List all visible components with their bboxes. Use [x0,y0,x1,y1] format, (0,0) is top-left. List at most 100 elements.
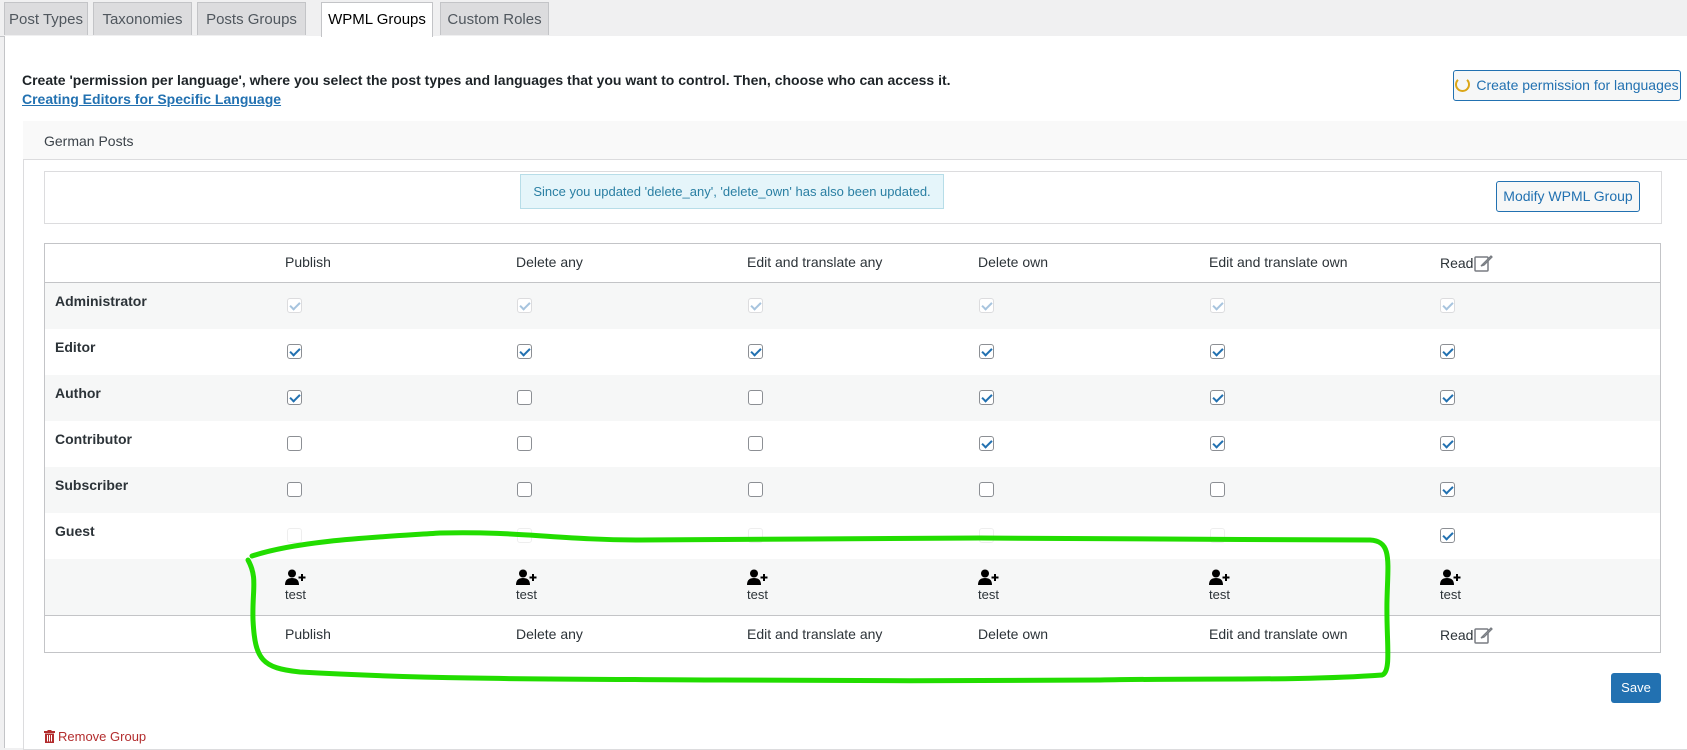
tab-custom-roles[interactable]: Custom Roles [440,2,549,35]
column-header: Delete any [516,254,583,270]
tab-taxonomies[interactable]: Taxonomies [93,2,192,35]
role-label: Author [55,385,101,401]
permission-checkbox[interactable] [1210,482,1225,497]
column-footer-label: Edit and translate own [1209,626,1348,642]
user-plus-icon [285,569,307,586]
column-footer: Delete own [978,626,1048,642]
permission-checkbox[interactable] [979,390,994,405]
user-label: test [1209,587,1230,602]
tab-post-types[interactable]: Post Types [4,2,88,35]
permission-checkbox[interactable] [748,436,763,451]
intro-text: Create 'permission per language', where … [22,72,951,88]
edit-icon[interactable] [1473,627,1494,644]
permission-checkbox [979,528,994,543]
column-header: Edit and translate any [747,254,882,270]
add-user-button[interactable]: test [747,569,769,602]
role-label: Subscriber [55,477,129,493]
permission-checkbox[interactable] [517,436,532,451]
user-plus-icon [516,569,538,586]
permission-checkbox[interactable] [1440,528,1455,543]
user-plus-icon [1209,569,1231,586]
spinner-icon [1455,77,1471,92]
permission-checkbox[interactable] [1440,482,1455,497]
permission-checkbox[interactable] [748,482,763,497]
column-header-label: Publish [285,254,331,270]
user-plus-icon [978,569,1000,586]
permission-checkbox[interactable] [1440,344,1455,359]
user-label: test [1440,587,1461,602]
permission-checkbox[interactable] [979,482,994,497]
column-header-label: Edit and translate own [1209,254,1348,270]
permission-checkbox [1210,298,1225,313]
role-label: Editor [55,339,96,355]
add-user-button[interactable]: test [1209,569,1231,602]
permission-checkbox [287,298,302,313]
column-header-label: Delete own [978,254,1049,270]
column-header: Read [1440,254,1494,272]
permission-checkbox[interactable] [979,436,994,451]
add-user-button[interactable]: test [1440,569,1462,602]
permission-checkbox[interactable] [287,436,302,451]
save-button[interactable]: Save [1611,673,1661,703]
user-label: test [285,587,306,602]
create-permission-button[interactable]: Create permission for languages [1453,70,1681,101]
remove-group-label: Remove Group [58,729,147,744]
role-label: Guest [55,523,95,539]
column-header: Delete own [978,254,1048,270]
permission-checkbox [1440,298,1455,313]
column-header-label: Delete any [516,254,583,270]
permission-checkbox [748,298,763,313]
column-footer: Edit and translate any [747,626,882,642]
permission-checkbox [1210,528,1225,543]
add-user-button[interactable]: test [285,569,307,602]
role-label: Contributor [55,431,132,447]
permission-checkbox[interactable] [1440,390,1455,405]
help-link[interactable]: Creating Editors for Specific Language [22,91,281,107]
column-footer-label: Delete own [978,626,1049,642]
permission-checkbox [517,528,532,543]
permission-checkbox[interactable] [1210,344,1225,359]
add-user-button[interactable]: test [978,569,1000,602]
permission-checkbox[interactable] [517,390,532,405]
column-header-label: Read [1440,255,1474,271]
tab-bar: Post Types Taxonomies Posts Groups WPML … [0,0,1687,37]
tab-posts-groups[interactable]: Posts Groups [197,2,306,35]
permission-checkbox[interactable] [748,344,763,359]
permission-checkbox [979,298,994,313]
permission-checkbox[interactable] [1210,390,1225,405]
column-footer: Delete any [516,626,583,642]
modify-wpml-group-button[interactable]: Modify WPML Group [1496,181,1640,212]
permission-checkbox[interactable] [287,390,302,405]
column-footer: Read [1440,626,1494,644]
trash-icon [44,730,55,743]
column-footer-label: Publish [285,626,331,642]
permission-checkbox[interactable] [517,344,532,359]
column-footer-label: Delete any [516,626,583,642]
user-label: test [978,587,999,602]
user-plus-icon [1440,569,1462,586]
column-footer-label: Read [1440,627,1474,643]
wpml-group-header [23,121,1687,160]
tab-wpml-groups[interactable]: WPML Groups [321,2,433,37]
table-footer-divider [45,615,1660,616]
permission-checkbox[interactable] [748,390,763,405]
column-footer: Publish [285,626,331,642]
add-user-button[interactable]: test [516,569,538,602]
edit-icon[interactable] [1473,255,1494,272]
create-permission-label: Create permission for languages [1476,77,1679,93]
permission-checkbox[interactable] [287,482,302,497]
remove-group-link[interactable]: Remove Group [44,729,146,744]
column-header: Publish [285,254,331,270]
permission-checkbox[interactable] [287,344,302,359]
permission-checkbox [748,528,763,543]
permission-checkbox[interactable] [1210,436,1225,451]
role-label: Administrator [55,293,147,309]
group-title: German Posts [44,133,134,149]
column-footer-label: Edit and translate any [747,626,883,642]
column-footer: Edit and translate own [1209,626,1348,642]
permission-checkbox[interactable] [1440,436,1455,451]
column-header: Edit and translate own [1209,254,1348,270]
permission-checkbox[interactable] [979,344,994,359]
permission-checkbox[interactable] [517,482,532,497]
user-label: test [747,587,768,602]
